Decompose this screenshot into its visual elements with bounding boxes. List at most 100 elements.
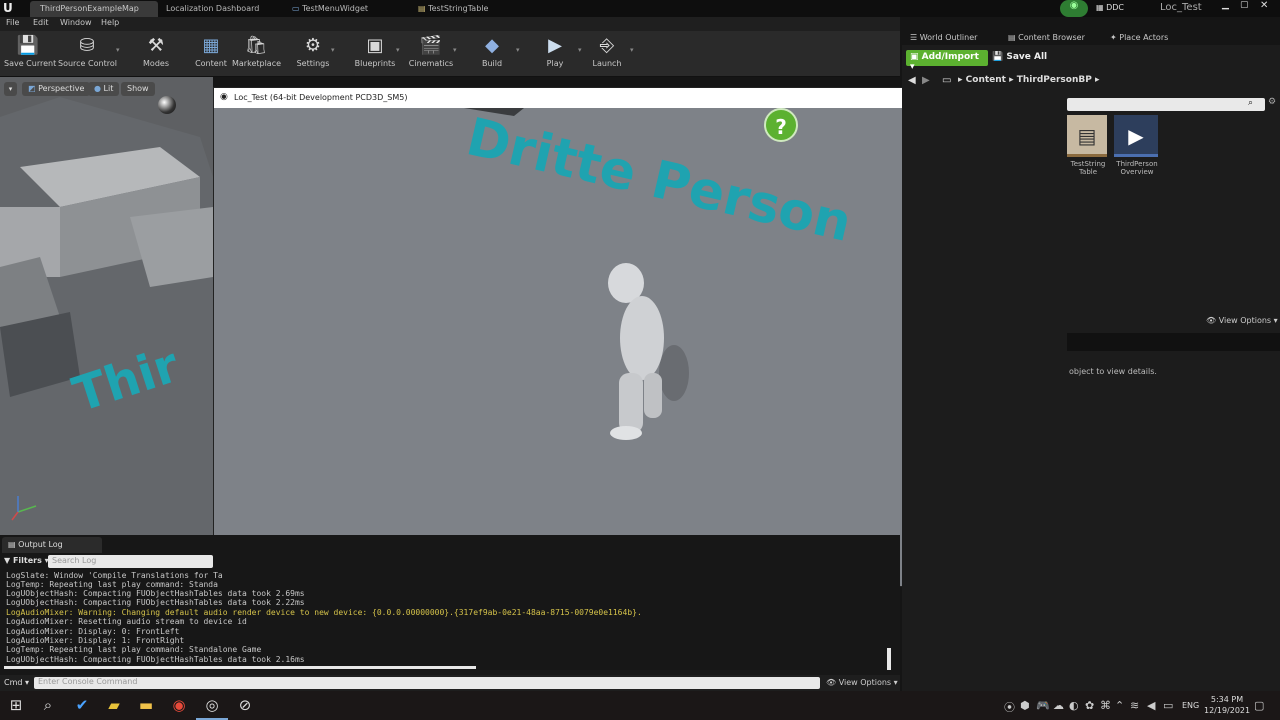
log-search-input[interactable]: Search Log bbox=[48, 555, 213, 568]
tab-localization-dashboard[interactable]: Localization Dashboard bbox=[156, 1, 276, 17]
output-log-tab[interactable]: ▤ Output Log bbox=[2, 537, 102, 553]
battery-icon[interactable]: ▭ bbox=[1163, 699, 1173, 712]
unreal-editor-icon[interactable]: ◎ bbox=[196, 691, 228, 720]
console-command-input[interactable]: Enter Console Command bbox=[34, 677, 820, 689]
save-icon: 💾 bbox=[16, 35, 40, 56]
blueprints-dropdown[interactable]: ▾ bbox=[396, 46, 400, 54]
search-icon[interactable]: ⌕ bbox=[1248, 98, 1253, 108]
axis-gizmo bbox=[11, 496, 37, 521]
tray-icon[interactable]: 🎮 bbox=[1036, 699, 1050, 712]
output-log-label: Output Log bbox=[18, 540, 63, 549]
level-overview-icon: ▶ bbox=[1114, 115, 1158, 157]
asset-search-input[interactable] bbox=[1067, 98, 1265, 111]
log-vertical-scrollbar[interactable] bbox=[887, 648, 891, 670]
settings-dropdown[interactable]: ▾ bbox=[331, 46, 335, 54]
breadcrumb-separator-icon: ▸ bbox=[1009, 75, 1017, 85]
settings-icon[interactable]: ⚙ bbox=[1268, 97, 1276, 107]
breadcrumb-content[interactable]: Content bbox=[966, 75, 1006, 85]
window-maximize-button[interactable]: ▢ bbox=[1240, 0, 1249, 10]
cmd-dropdown[interactable]: Cmd ▾ bbox=[4, 678, 29, 687]
menu-file[interactable]: File bbox=[6, 18, 19, 27]
source-control-dropdown[interactable]: ▾ bbox=[116, 46, 120, 54]
filters-button[interactable]: ▼ Filters ▾ bbox=[4, 556, 49, 565]
breadcrumb-thirdpersonbp[interactable]: ThirdPersonBP bbox=[1017, 75, 1092, 85]
language-indicator[interactable]: ENG bbox=[1182, 701, 1199, 710]
tab-content-browser[interactable]: ▤ Content Browser bbox=[1008, 33, 1085, 42]
add-import-button[interactable]: ▣ Add/Import ▾ bbox=[906, 50, 988, 72]
menu-window[interactable]: Window bbox=[60, 18, 92, 27]
pinned-app-icon[interactable]: ▰ bbox=[98, 691, 130, 720]
viewport-options-dropdown[interactable]: ▾ bbox=[4, 82, 17, 96]
play-button[interactable]: ▶ Play bbox=[538, 31, 572, 77]
level-viewport[interactable]: Thir ▾ ◩ Perspective ● Lit Show bbox=[0, 77, 213, 535]
log-view-options-button[interactable]: 👁 View Options ▾ bbox=[826, 678, 898, 687]
todo-app-icon[interactable]: ✔ bbox=[66, 691, 98, 720]
content-button[interactable]: ▦ Content bbox=[193, 31, 229, 77]
lit-label: Lit bbox=[103, 84, 114, 93]
game-app-icon[interactable]: ⊘ bbox=[229, 691, 261, 720]
modes-button[interactable]: ⚒ Modes bbox=[138, 31, 174, 77]
perspective-button[interactable]: ◩ Perspective bbox=[22, 82, 91, 96]
start-icon[interactable]: ⊞ bbox=[0, 691, 32, 720]
unreal-logo-icon: U bbox=[3, 1, 13, 15]
menu-help[interactable]: Help bbox=[101, 18, 119, 27]
clock-date: 12/19/2021 bbox=[1204, 706, 1251, 715]
log-horizontal-scrollbar[interactable] bbox=[4, 666, 476, 669]
launch-button[interactable]: ⎆ Launch bbox=[590, 31, 624, 77]
clock-time: 5:34 PM bbox=[1210, 695, 1244, 704]
eye-icon: 👁 bbox=[1206, 316, 1219, 325]
place-actors-icon: ✦ bbox=[1110, 33, 1120, 42]
tray-icon[interactable]: ⬢ bbox=[1020, 699, 1030, 712]
source-control-button[interactable]: ⛁ Source Control bbox=[58, 31, 117, 77]
launch-dropdown[interactable]: ▾ bbox=[630, 46, 634, 54]
filter-icon: ▼ bbox=[4, 556, 13, 565]
asset-label: TestString Table bbox=[1070, 160, 1106, 176]
tray-icon[interactable]: ⦿ bbox=[1004, 699, 1015, 715]
show-button[interactable]: Show bbox=[121, 82, 155, 96]
source-control-status-icon[interactable]: ◉ bbox=[1060, 0, 1088, 17]
cinematics-button[interactable]: 🎬 Cinematics bbox=[408, 31, 454, 77]
ddc-indicator[interactable]: ▦ DDC bbox=[1096, 3, 1124, 12]
notification-icon[interactable]: ▢ bbox=[1254, 699, 1264, 712]
settings-button[interactable]: ⚙ Settings bbox=[294, 31, 332, 77]
clock[interactable]: 5:34 PM 12/19/2021 bbox=[1204, 694, 1250, 716]
chrome-icon[interactable]: ◉ bbox=[163, 691, 195, 720]
window-close-button[interactable]: ✕ bbox=[1260, 0, 1268, 11]
onedrive-icon[interactable]: ☁ bbox=[1053, 699, 1064, 712]
tab-testmenuwidget[interactable]: ▭ TestMenuWidget bbox=[282, 1, 407, 17]
nav-forward-button[interactable]: ▶ bbox=[922, 75, 930, 86]
tab-place-actors[interactable]: ✦ Place Actors bbox=[1110, 33, 1168, 42]
wifi-icon[interactable]: ≋ bbox=[1130, 699, 1139, 712]
tab-world-outliner[interactable]: ☰ World Outliner bbox=[910, 33, 977, 42]
button-label: Play bbox=[546, 59, 564, 68]
build-dropdown[interactable]: ▾ bbox=[516, 46, 520, 54]
file-explorer-icon[interactable]: ▬ bbox=[130, 691, 162, 720]
tray-icon[interactable]: ◐ bbox=[1069, 699, 1079, 712]
network-icon[interactable]: ⌘ bbox=[1100, 699, 1111, 712]
nav-back-button[interactable]: ◀ bbox=[908, 75, 916, 86]
tab-map[interactable]: ThirdPersonExampleMap bbox=[30, 1, 158, 17]
cinematics-dropdown[interactable]: ▾ bbox=[453, 46, 457, 54]
search-icon[interactable]: ⌕ bbox=[32, 691, 64, 720]
blueprints-button[interactable]: ▣ Blueprints bbox=[352, 31, 398, 77]
save-current-button[interactable]: 💾 Save Current bbox=[4, 31, 56, 77]
content-browser-icon: ▤ bbox=[1008, 33, 1019, 42]
editor-tab-bar: U ThirdPersonExampleMap Localization Das… bbox=[0, 0, 1280, 17]
window-minimize-button[interactable]: ▁ bbox=[1222, 0, 1229, 10]
tab-teststringtable[interactable]: ▤ TestStringTable bbox=[408, 1, 533, 17]
build-button[interactable]: ◆ Build bbox=[474, 31, 510, 77]
save-all-label: Save All bbox=[1006, 52, 1048, 62]
volume-icon[interactable]: ◀ bbox=[1147, 699, 1155, 712]
asset-tile-teststringtable[interactable]: ▤ TestString Table bbox=[1067, 115, 1109, 187]
log-line: LogUObjectHash: Compacting FUObjectHashT… bbox=[6, 655, 305, 664]
view-options-button[interactable]: 👁 View Options ▾ bbox=[1206, 316, 1278, 325]
save-all-button[interactable]: 💾 Save All bbox=[992, 52, 1047, 62]
tray-icon[interactable]: ✿ bbox=[1085, 699, 1094, 712]
chevron-up-icon[interactable]: ⌃ bbox=[1115, 699, 1124, 712]
play-dropdown[interactable]: ▾ bbox=[578, 46, 582, 54]
menu-edit[interactable]: Edit bbox=[33, 18, 49, 27]
asset-tile-thirdpersonoverview[interactable]: ▶ ThirdPerson Overview bbox=[1114, 115, 1160, 187]
lit-button[interactable]: ● Lit bbox=[88, 82, 120, 96]
chevron-down-icon: ▾ bbox=[22, 678, 30, 687]
marketplace-button[interactable]: 🛍 Marketplace bbox=[232, 31, 281, 77]
